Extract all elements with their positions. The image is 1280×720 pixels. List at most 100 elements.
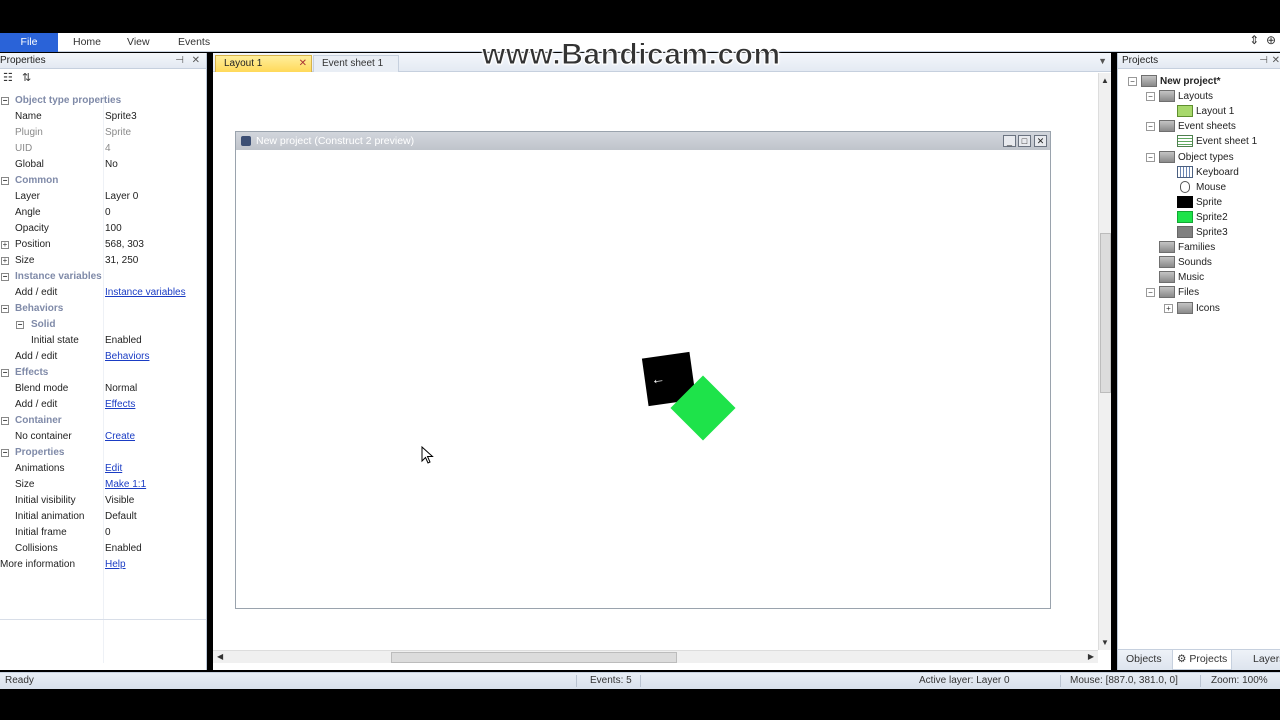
property-value[interactable]: 100: [105, 221, 122, 237]
property-row[interactable]: Angle 0: [0, 205, 206, 221]
collapse-icon[interactable]: −: [1, 273, 9, 281]
game-canvas[interactable]: ←: [236, 150, 1050, 608]
property-row[interactable]: No container Create: [0, 429, 206, 445]
property-category[interactable]: − Container: [0, 413, 206, 429]
sort-alpha-icon[interactable]: ⇅: [22, 71, 31, 84]
property-category[interactable]: − Instance variables: [0, 269, 206, 285]
expand-icon[interactable]: +: [1, 257, 9, 265]
property-value[interactable]: No: [105, 157, 118, 173]
property-row[interactable]: Add / edit Instance variables: [0, 285, 206, 301]
property-value[interactable]: 0: [105, 205, 111, 221]
expand-icon[interactable]: +: [1164, 303, 1173, 313]
property-row[interactable]: Global No: [0, 157, 206, 173]
vertical-scroll-thumb[interactable]: [1100, 233, 1111, 393]
property-link[interactable]: Create: [105, 429, 135, 445]
property-category[interactable]: − Common: [0, 173, 206, 189]
property-row[interactable]: Add / edit Effects: [0, 397, 206, 413]
property-row[interactable]: Name Sprite3: [0, 109, 206, 125]
horizontal-scroll-thumb[interactable]: [391, 652, 677, 663]
preview-title-bar[interactable]: New project (Construct 2 preview) _ □ ✕: [236, 132, 1050, 150]
property-row[interactable]: Opacity 100: [0, 221, 206, 237]
property-link[interactable]: Effects: [105, 397, 135, 413]
expand-icon[interactable]: +: [1, 241, 9, 249]
collapse-icon[interactable]: −: [1146, 92, 1155, 102]
tab-projects[interactable]: ⚙ Projects: [1172, 650, 1233, 670]
ribbon-tab-events[interactable]: Events: [168, 33, 220, 52]
minimize-icon[interactable]: _: [1003, 135, 1016, 147]
property-category[interactable]: − Behaviors: [0, 301, 206, 317]
tree-node-families[interactable]: Families: [1118, 240, 1278, 255]
tree-node-new-project[interactable]: − New project*: [1118, 74, 1278, 89]
tree-node-sprite3[interactable]: Sprite3: [1118, 225, 1278, 240]
property-row[interactable]: Layer Layer 0: [0, 189, 206, 205]
property-value[interactable]: 0: [105, 525, 111, 541]
ribbon-tab-home[interactable]: Home: [63, 33, 111, 52]
property-link[interactable]: Edit: [105, 461, 122, 477]
collapse-icon[interactable]: −: [1, 369, 9, 377]
property-link[interactable]: Behaviors: [105, 349, 149, 365]
property-category[interactable]: − Effects: [0, 365, 206, 381]
collapse-icon[interactable]: −: [1128, 77, 1137, 86]
property-link[interactable]: Help: [105, 557, 126, 573]
tree-node-sounds[interactable]: Sounds: [1118, 255, 1278, 270]
property-row[interactable]: Initial animation Default: [0, 509, 206, 525]
tree-node-sprite2[interactable]: Sprite2: [1118, 210, 1278, 225]
collapse-icon[interactable]: −: [1, 177, 9, 185]
tree-node-object-types[interactable]: − Object types: [1118, 150, 1278, 165]
scroll-left-icon[interactable]: ◀: [217, 652, 223, 661]
close-tab-icon[interactable]: ✕: [299, 56, 307, 72]
tree-node-sprite[interactable]: Sprite: [1118, 195, 1278, 210]
tree-node-layouts[interactable]: − Layouts: [1118, 89, 1278, 104]
close-icon[interactable]: ✕: [192, 53, 200, 69]
tab-event-sheet-1[interactable]: Event sheet 1: [313, 55, 399, 72]
scroll-down-icon[interactable]: ▼: [1101, 638, 1109, 647]
categorized-icon[interactable]: ☷: [3, 71, 13, 84]
close-icon[interactable]: ✕: [1272, 53, 1280, 69]
property-row[interactable]: + Position 568, 303: [0, 237, 206, 253]
property-value[interactable]: Visible: [105, 493, 134, 509]
collapse-icon[interactable]: −: [1, 449, 9, 457]
property-value[interactable]: Sprite3: [105, 109, 137, 125]
tree-node-keyboard[interactable]: Keyboard: [1118, 165, 1278, 180]
property-row[interactable]: Initial state Enabled: [0, 333, 206, 349]
property-value[interactable]: 31, 250: [105, 253, 138, 269]
scroll-up-icon[interactable]: ▲: [1101, 76, 1109, 85]
tree-node-mouse[interactable]: Mouse: [1118, 180, 1278, 195]
property-category[interactable]: − Object type properties: [0, 93, 206, 109]
tree-node-layout-1[interactable]: Layout 1: [1118, 104, 1278, 119]
pin-icon[interactable]: ⊣: [175, 53, 184, 69]
tab-layers[interactable]: Layers: [1249, 650, 1280, 670]
collapse-icon[interactable]: −: [1, 97, 9, 105]
tree-node-files[interactable]: − Files: [1118, 285, 1278, 300]
property-link[interactable]: Instance variables: [105, 285, 186, 301]
property-row[interactable]: + Size 31, 250: [0, 253, 206, 269]
property-category[interactable]: − Solid: [0, 317, 206, 333]
help-icon[interactable]: ⊕: [1266, 33, 1276, 47]
tab-layout-1[interactable]: Layout 1 ✕: [215, 55, 312, 72]
property-value[interactable]: 4: [105, 141, 111, 157]
tree-node-event-sheets[interactable]: − Event sheets: [1118, 119, 1278, 134]
ribbon-tab-file[interactable]: File: [0, 33, 58, 52]
vertical-scrollbar[interactable]: ▲ ▼: [1098, 73, 1111, 650]
tree-node-event-sheet-1[interactable]: Event sheet 1: [1118, 134, 1278, 149]
collapse-icon[interactable]: −: [1146, 288, 1155, 298]
property-value[interactable]: Normal: [105, 381, 137, 397]
horizontal-scrollbar[interactable]: ◀ ▶: [213, 650, 1098, 663]
property-value[interactable]: Sprite: [105, 125, 131, 141]
collapse-icon[interactable]: −: [1146, 152, 1155, 162]
collapse-icon[interactable]: −: [1, 417, 9, 425]
property-row[interactable]: Collisions Enabled: [0, 541, 206, 557]
property-link[interactable]: Make 1:1: [105, 477, 146, 493]
property-row[interactable]: Size Make 1:1: [0, 477, 206, 493]
scroll-right-icon[interactable]: ▶: [1088, 652, 1094, 661]
property-row[interactable]: Add / edit Behaviors: [0, 349, 206, 365]
property-value[interactable]: Default: [105, 509, 137, 525]
collapse-icon[interactable]: −: [16, 321, 24, 329]
property-row[interactable]: UID 4: [0, 141, 206, 157]
property-value[interactable]: Enabled: [105, 333, 142, 349]
property-value[interactable]: Layer 0: [105, 189, 138, 205]
property-value[interactable]: Enabled: [105, 541, 142, 557]
tree-node-icons[interactable]: + Icons: [1118, 301, 1278, 316]
close-window-icon[interactable]: ✕: [1034, 135, 1047, 147]
property-row[interactable]: More information Help: [0, 557, 206, 573]
